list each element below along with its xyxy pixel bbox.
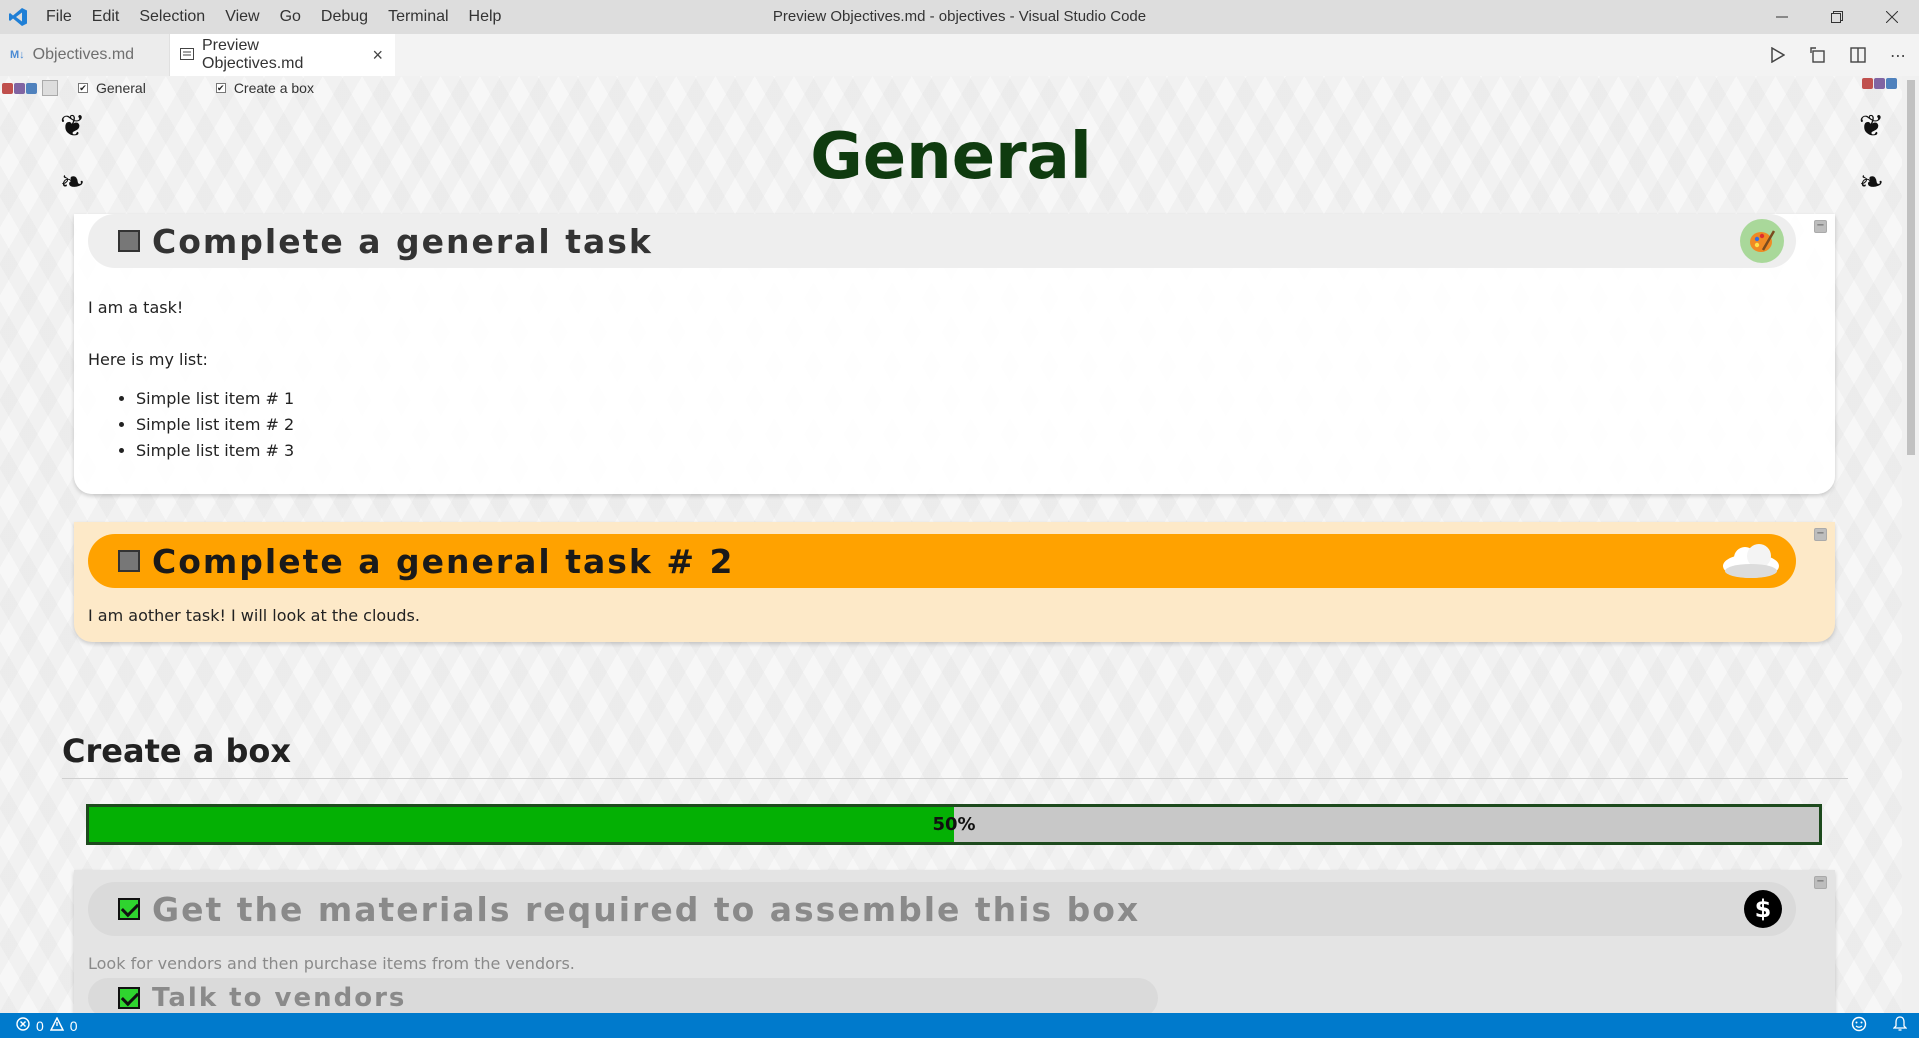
list-item: Simple list item # 1 — [136, 386, 294, 412]
collapse-icon[interactable]: − — [1814, 528, 1827, 541]
task-checkbox-checked[interactable] — [118, 987, 140, 1009]
close-window-icon[interactable] — [1864, 0, 1919, 34]
status-bar: 0 0 — [0, 1013, 1919, 1038]
progress-label: 50% — [932, 814, 976, 835]
color-swatch-icon — [1862, 78, 1898, 89]
menu-help[interactable]: Help — [459, 0, 512, 34]
checkbox-checked-icon[interactable]: ✔ — [78, 83, 88, 93]
scrollbar-thumb[interactable] — [1907, 80, 1915, 455]
checkbox-checked-icon[interactable]: ✔ — [215, 83, 226, 93]
minimize-icon[interactable] — [1754, 0, 1809, 34]
open-source-icon[interactable] — [1807, 44, 1829, 66]
menu-bar: File Edit Selection View Go Debug Termin… — [36, 0, 511, 34]
section-divider — [62, 778, 1848, 779]
window-controls — [1754, 0, 1919, 34]
menu-debug[interactable]: Debug — [311, 0, 378, 34]
editor-actions: ⋯ — [1767, 34, 1909, 76]
collapse-icon[interactable]: − — [1814, 220, 1827, 233]
menu-edit[interactable]: Edit — [82, 0, 130, 34]
tab-objectives-md[interactable]: M↓ Objectives.md — [0, 34, 170, 76]
task-title: Talk to vendors — [152, 983, 407, 1013]
progress-bar: 50% — [86, 804, 1822, 845]
split-editor-icon[interactable] — [1847, 44, 1869, 66]
task-description: Here is my list: — [88, 350, 208, 369]
close-tab-icon[interactable]: × — [372, 45, 383, 66]
task-card: − Complete a general task I am a task! H… — [74, 214, 1835, 494]
cloud-icon — [1720, 539, 1784, 583]
page-title: General — [810, 120, 1092, 194]
task-list: Simple list item # 1 Simple list item # … — [136, 386, 294, 464]
tab-label: Preview Objectives.md — [202, 37, 304, 72]
problems-indicator[interactable]: 0 0 — [16, 1016, 78, 1034]
warning-icon — [49, 1016, 64, 1034]
task-header: Get the materials required to assemble t… — [88, 882, 1796, 936]
task-description: I am aother task! I will look at the clo… — [88, 606, 420, 625]
menu-selection[interactable]: Selection — [129, 0, 215, 34]
subtask-header: Talk to vendors — [88, 978, 1158, 1013]
task-title: Complete a general task — [152, 221, 653, 261]
collapse-icon[interactable]: − — [1814, 876, 1827, 889]
task-checkbox-checked[interactable] — [118, 898, 140, 920]
task-title: Complete a general task # 2 — [152, 541, 735, 581]
checkbar-item-create-a-box[interactable]: ✔ Create a box — [215, 80, 314, 96]
task-header: Complete a general task — [88, 214, 1796, 268]
task-description: I am a task! — [88, 298, 184, 317]
task-header: Complete a general task # 2 — [88, 534, 1796, 588]
markdown-preview: ✔ General ✔ Create a box ❦ ❧ ❦ ❧ General… — [0, 76, 1902, 1013]
preview-icon — [180, 47, 194, 63]
dollar-icon: $ — [1744, 890, 1782, 928]
markdown-icon: M↓ — [10, 49, 25, 61]
task-checkbox[interactable] — [118, 550, 140, 572]
color-swatch-icon — [2, 82, 40, 94]
vscode-logo-icon[interactable] — [0, 0, 36, 34]
list-item: Simple list item # 3 — [136, 438, 294, 464]
checkbar-label: General — [96, 80, 146, 96]
section-heading: Create a box — [62, 732, 291, 770]
feedback-smiley-icon[interactable] — [1851, 1016, 1867, 1035]
warning-count: 0 — [69, 1017, 78, 1034]
menu-go[interactable]: Go — [270, 0, 311, 34]
error-count: 0 — [36, 1017, 44, 1034]
task-description: Look for vendors and then purchase items… — [88, 954, 575, 973]
task-card: − Complete a general task # 2 I am aothe… — [74, 522, 1835, 642]
title-bar: File Edit Selection View Go Debug Termin… — [0, 0, 1919, 34]
more-icon[interactable]: ⋯ — [1887, 44, 1909, 66]
restore-icon[interactable] — [1809, 0, 1864, 34]
error-icon — [16, 1017, 30, 1034]
task-checkbox[interactable] — [118, 230, 140, 252]
objective-checkbar: ✔ General ✔ Create a box — [0, 76, 314, 100]
notifications-bell-icon[interactable] — [1892, 1016, 1908, 1035]
run-icon[interactable] — [1767, 44, 1789, 66]
checkbar-label: Create a box — [233, 80, 314, 96]
tab-preview-objectives-md[interactable]: Preview Objectives.md × — [170, 34, 395, 76]
list-item: Simple list item # 2 — [136, 412, 294, 438]
menu-file[interactable]: File — [36, 0, 82, 34]
editor-tab-bar: M↓ Objectives.md Preview Objectives.md ×… — [0, 34, 1919, 76]
status-right — [1851, 1013, 1908, 1038]
checkbar-item-general[interactable]: ✔ General — [78, 80, 146, 96]
vertical-scrollbar[interactable] — [1902, 76, 1919, 1013]
empty-checkbox-icon[interactable] — [42, 80, 58, 96]
menu-view[interactable]: View — [215, 0, 269, 34]
task-title: Get the materials required to assemble t… — [152, 889, 1141, 929]
tab-label: Objectives.md — [32, 46, 135, 63]
menu-terminal[interactable]: Terminal — [378, 0, 458, 34]
task-card: − Get the materials required to assemble… — [74, 870, 1835, 1013]
palette-icon — [1740, 219, 1784, 263]
